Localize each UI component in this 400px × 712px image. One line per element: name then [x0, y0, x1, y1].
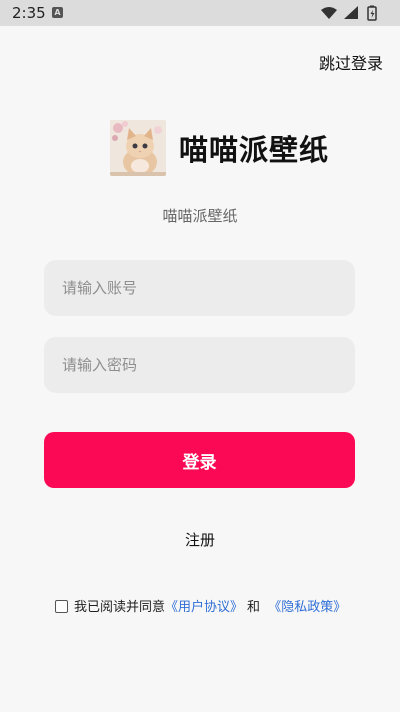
- password-field: [44, 337, 355, 393]
- agreement-and-text: 和: [247, 600, 261, 615]
- app-subtitle: 喵喵派壁纸: [162, 207, 238, 225]
- app-title: 喵喵派壁纸: [179, 133, 330, 167]
- signal-icon: [344, 6, 358, 19]
- agreement-prefix-text: 我已阅读并同意: [74, 600, 166, 615]
- skip-login-button[interactable]: 跳过登录: [319, 50, 383, 74]
- user-agreement-link[interactable]: 《用户协议》: [165, 600, 243, 615]
- status-icons: [320, 5, 386, 21]
- account-field: [44, 260, 355, 316]
- wifi-icon: [321, 7, 337, 19]
- login-button[interactable]: 登录: [44, 432, 355, 488]
- privacy-policy-link[interactable]: 《隐私政策》: [268, 600, 346, 615]
- app-logo-image: [110, 120, 166, 176]
- register-button[interactable]: 注册: [0, 529, 400, 550]
- status-time: 2:35: [12, 4, 46, 22]
- notification-app-icon: A: [52, 7, 63, 18]
- agreement-checkbox[interactable]: [55, 600, 68, 613]
- account-input[interactable]: [44, 260, 355, 316]
- password-input[interactable]: [44, 337, 355, 393]
- battery-icon: [367, 5, 377, 21]
- status-bar: 2:35 A: [0, 0, 400, 26]
- agreement-row: 我已阅读并同意《用户协议》和 《隐私政策》: [55, 596, 346, 615]
